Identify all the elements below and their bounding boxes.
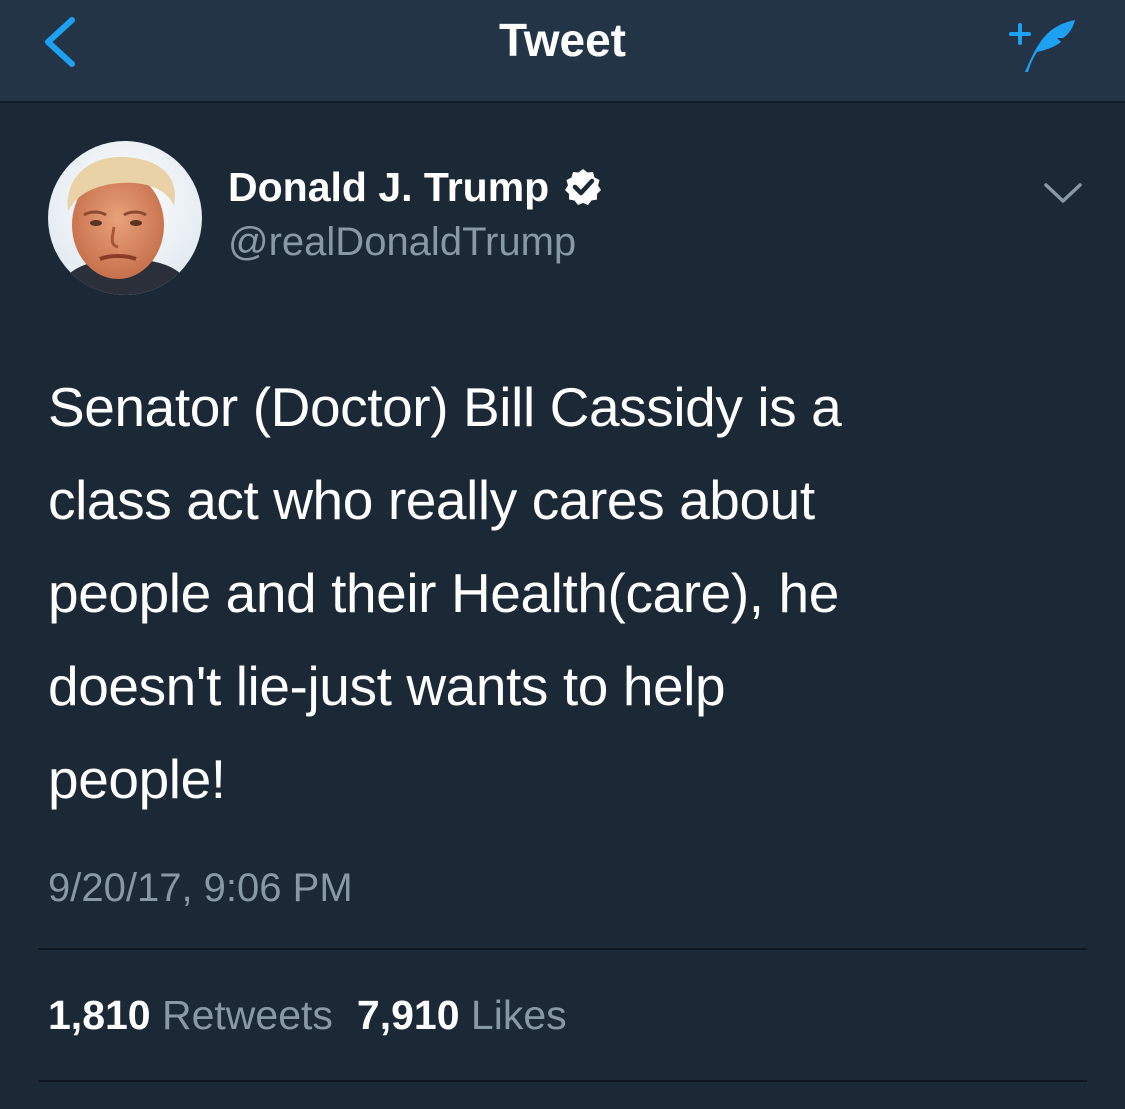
compose-tweet-icon [1009, 20, 1075, 72]
author-name-row: Donald J. Trump [228, 161, 603, 213]
tweet-text: Senator (Doctor) Bill Cassidy is a class… [48, 376, 842, 810]
author-display-name: Donald J. Trump [228, 164, 550, 210]
retweets-stat[interactable]: 1,810 Retweets [48, 989, 333, 1041]
tweet-detail: Donald J. Trump @realDonaldTrump Senator… [0, 103, 1125, 1109]
top-nav-bar: Tweet [0, 0, 1125, 103]
compose-tweet-button[interactable] [995, 8, 1085, 80]
tweet-timestamp[interactable]: 9/20/17, 9:06 PM [48, 863, 353, 913]
retweets-count: 1,810 [48, 992, 162, 1038]
tweet-options-button[interactable] [1040, 175, 1086, 215]
likes-count: 7,910 [356, 992, 471, 1038]
author-handle: @realDonaldTrump [228, 220, 577, 264]
divider [38, 1080, 1087, 1082]
chevron-down-icon [1044, 183, 1082, 203]
profile-photo [48, 141, 202, 295]
page-title: Tweet [499, 14, 626, 66]
likes-label: Likes [470, 992, 567, 1038]
author-info[interactable]: Donald J. Trump @realDonaldTrump [228, 161, 603, 267]
likes-stat[interactable]: 7,910 Likes [357, 989, 567, 1041]
divider [38, 948, 1087, 950]
retweets-label: Retweets [162, 992, 333, 1038]
tweet-stats: 1,810 Retweets 7,910 Likes [48, 989, 591, 1041]
verified-badge-icon [565, 169, 602, 205]
avatar[interactable] [48, 141, 202, 295]
